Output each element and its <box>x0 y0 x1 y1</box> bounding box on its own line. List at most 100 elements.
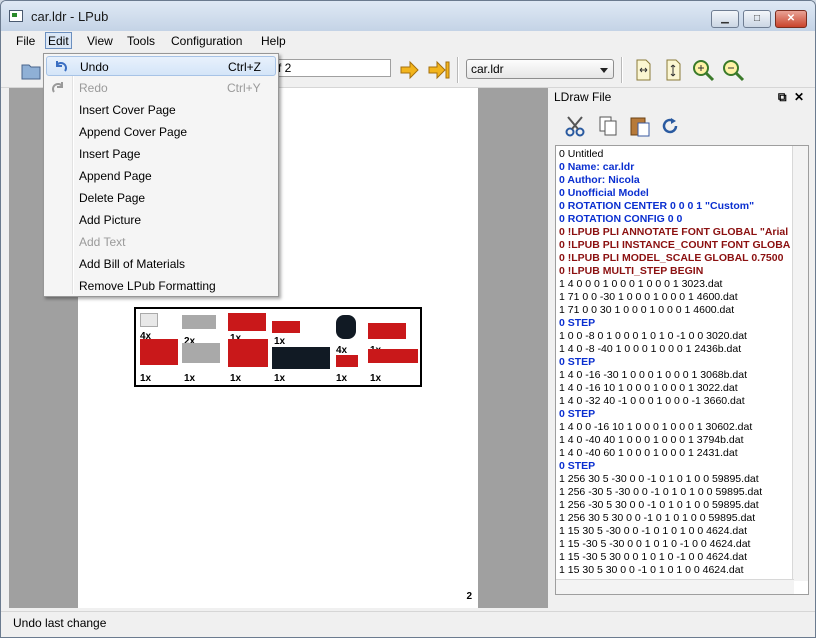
toolbar-separator <box>457 57 459 83</box>
ldraw-line: 0 Name: car.ldr <box>559 161 635 173</box>
part-quantity: 1x <box>370 373 382 384</box>
menu-item-shortcut: Ctrl+Y <box>227 81 261 95</box>
menu-item-label: Add Bill of Materials <box>79 257 186 271</box>
ldraw-line: 1 4 0 -40 40 1 0 0 0 1 0 0 0 1 3794b.dat <box>559 434 744 446</box>
menu-item-append-page[interactable]: Append Page <box>46 166 276 186</box>
ldraw-line: 1 4 0 0 0 1 0 0 0 1 0 0 0 1 3023.dat <box>559 278 723 290</box>
ldraw-text-editor[interactable]: 0 Untitled 0 Name: car.ldr 0 Author: Nicol… <box>555 145 809 595</box>
model-select[interactable]: car.ldr <box>466 59 614 79</box>
menu-item-undo[interactable]: Undo Ctrl+Z <box>46 56 276 76</box>
menu-item-add-text[interactable]: Add Text <box>46 232 276 252</box>
ldraw-line: 0 Unofficial Model <box>559 187 649 199</box>
page-number: 2 <box>466 591 472 602</box>
part-quantity: 1x <box>140 373 152 384</box>
menu-item-label: Delete Page <box>79 191 146 205</box>
next-page-icon[interactable] <box>397 58 421 82</box>
menu-file[interactable]: File <box>14 33 37 50</box>
ldraw-line: 0 ROTATION CENTER 0 0 0 1 "Custom" <box>559 200 755 212</box>
minimize-button[interactable]: ▁ <box>711 10 739 28</box>
horizontal-scrollbar[interactable] <box>556 579 794 594</box>
toolbar-separator <box>621 57 623 83</box>
menu-item-add-picture[interactable]: Add Picture <box>46 210 276 230</box>
close-dock-icon[interactable]: ✕ <box>794 90 804 104</box>
page-number-input[interactable]: f 2 <box>273 59 391 77</box>
menu-item-label: Append Cover Page <box>79 125 188 139</box>
menu-view[interactable]: View <box>85 33 115 50</box>
menu-tools[interactable]: Tools <box>125 33 157 50</box>
menu-item-remove-lpub-formatting[interactable]: Remove LPub Formatting <box>46 276 276 296</box>
ldraw-line: 1 71 0 0 30 1 0 0 0 1 0 0 0 1 4600.dat <box>559 304 735 316</box>
maximize-button[interactable]: □ <box>743 10 771 28</box>
menu-item-label: Remove LPub Formatting <box>79 279 216 293</box>
menu-configuration[interactable]: Configuration <box>169 33 244 50</box>
menu-item-label: Undo <box>80 60 109 74</box>
menu-item-shortcut: Ctrl+Z <box>228 60 261 74</box>
menu-item-label: Insert Cover Page <box>79 103 176 117</box>
menu-item-insert-cover-page[interactable]: Insert Cover Page <box>46 100 276 120</box>
paste-icon[interactable] <box>628 114 652 138</box>
part-image <box>336 315 356 339</box>
part-image <box>272 347 330 369</box>
ldraw-line: 1 4 0 -8 -40 1 0 0 0 1 0 0 0 1 2436b.dat <box>559 343 742 355</box>
ldraw-line: 0 Author: Nicola <box>559 174 640 186</box>
menu-item-delete-page[interactable]: Delete Page <box>46 188 276 208</box>
ldraw-line: 0 !LPUB MULTI_STEP BEGIN <box>559 265 704 277</box>
title-bar[interactable]: car.ldr - LPub ▁ □ ✕ <box>1 1 815 31</box>
status-text: Undo last change <box>13 616 107 630</box>
redo-icon <box>51 80 67 96</box>
ldraw-line: 0 Untitled <box>559 148 604 160</box>
part-quantity: 1x <box>230 373 242 384</box>
menu-item-label: Append Page <box>79 169 152 183</box>
open-folder-icon[interactable] <box>19 58 43 82</box>
close-button[interactable]: ✕ <box>775 10 807 28</box>
fit-height-icon[interactable] <box>661 58 685 82</box>
ldraw-line: 0 STEP <box>559 408 596 420</box>
dock-title: LDraw File <box>554 90 612 104</box>
parts-list: 4x 2x 1x 1x 4x 1x 1x 1x 1x 1x <box>134 307 422 387</box>
window-title: car.ldr - LPub <box>31 9 109 24</box>
copy-icon[interactable] <box>596 114 620 138</box>
undo-icon <box>52 59 68 75</box>
float-dock-icon[interactable]: ⧉ <box>778 90 787 105</box>
last-page-icon[interactable] <box>427 58 451 82</box>
part-image <box>182 343 220 363</box>
status-bar: Undo last change <box>1 611 815 637</box>
menu-item-redo[interactable]: Redo Ctrl+Y <box>46 78 276 98</box>
app-window: car.ldr - LPub ▁ □ ✕ File Edit View Tool… <box>0 0 816 638</box>
ldraw-line: 1 15 -30 5 30 0 0 1 0 1 0 -1 0 0 4624.da… <box>559 551 747 563</box>
zoom-out-icon[interactable] <box>721 58 745 82</box>
part-quantity: 1x <box>184 373 196 384</box>
ldraw-line: 1 4 0 0 -16 10 1 0 0 0 1 0 0 0 1 30602.d… <box>559 421 753 433</box>
menu-item-add-bill-of-materials[interactable]: Add Bill of Materials <box>46 254 276 274</box>
vertical-scrollbar[interactable] <box>792 146 808 581</box>
menu-edit[interactable]: Edit <box>45 32 72 49</box>
menu-item-insert-page[interactable]: Insert Page <box>46 144 276 164</box>
edit-menu-dropdown: Undo Ctrl+Z Redo Ctrl+Y Insert Cover Page App… <box>43 53 279 297</box>
ldraw-line: 0 !LPUB PLI INSTANCE_COUNT FONT GLOBA <box>559 239 791 251</box>
part-quantity: 1x <box>336 373 348 384</box>
ldraw-line: 0 STEP <box>559 356 596 368</box>
fit-width-icon[interactable] <box>631 58 655 82</box>
chevron-down-icon <box>600 68 608 73</box>
menu-item-label: Add Picture <box>79 213 142 227</box>
ldraw-line: 0 STEP <box>559 460 596 472</box>
cut-icon[interactable] <box>564 114 588 138</box>
part-image <box>140 339 178 365</box>
ldraw-line: 1 256 30 5 30 0 0 -1 0 1 0 1 0 0 59895.d… <box>559 512 756 524</box>
menu-bar: File Edit View Tools Configuration Help <box>1 31 815 51</box>
menu-item-label: Add Text <box>79 235 126 249</box>
ldraw-line: 1 256 -30 5 30 0 0 -1 0 1 0 1 0 0 59895.… <box>559 499 759 511</box>
zoom-in-icon[interactable] <box>691 58 715 82</box>
part-quantity: 1x <box>274 373 286 384</box>
refresh-icon[interactable] <box>658 114 682 138</box>
ldraw-line: 1 256 30 5 -30 0 0 -1 0 1 0 1 0 0 59895.… <box>559 473 759 485</box>
ldraw-line: 1 4 0 -32 40 -1 0 0 0 1 0 0 0 -1 3660.da… <box>559 395 745 407</box>
app-icon <box>9 10 23 22</box>
ldraw-line: 1 15 30 5 30 0 0 -1 0 1 0 1 0 0 4624.dat <box>559 564 744 576</box>
menu-help[interactable]: Help <box>259 33 288 50</box>
part-quantity: 1x <box>274 336 286 347</box>
ldraw-line: 0 !LPUB PLI ANNOTATE FONT GLOBAL "Arial <box>559 226 789 238</box>
part-image <box>272 321 300 333</box>
menu-item-append-cover-page[interactable]: Append Cover Page <box>46 122 276 142</box>
part-image <box>140 313 158 327</box>
